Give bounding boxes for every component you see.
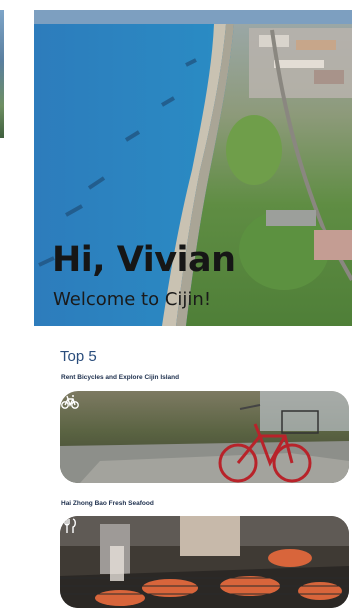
greeting-title: Hi, Vivian xyxy=(52,240,236,280)
greeting-subtitle: Welcome to Cijin! xyxy=(53,289,212,310)
bicycle-icon xyxy=(61,395,79,409)
card-bicycles[interactable] xyxy=(60,391,349,483)
card-label-seafood: Hai Zhong Bao Fresh Seafood xyxy=(61,500,154,507)
card-label-bicycles: Rent Bicycles and Explore Cijin Island xyxy=(61,374,180,381)
seafood-photo xyxy=(60,516,349,608)
previous-carousel-card[interactable] xyxy=(0,10,4,138)
bicycle-photo xyxy=(60,391,349,483)
utensils-icon xyxy=(64,518,76,533)
hero-image: Hi, Vivian Welcome to Cijin! xyxy=(34,10,352,326)
section-title: Top 5 xyxy=(60,348,97,365)
card-seafood[interactable] xyxy=(60,516,349,608)
